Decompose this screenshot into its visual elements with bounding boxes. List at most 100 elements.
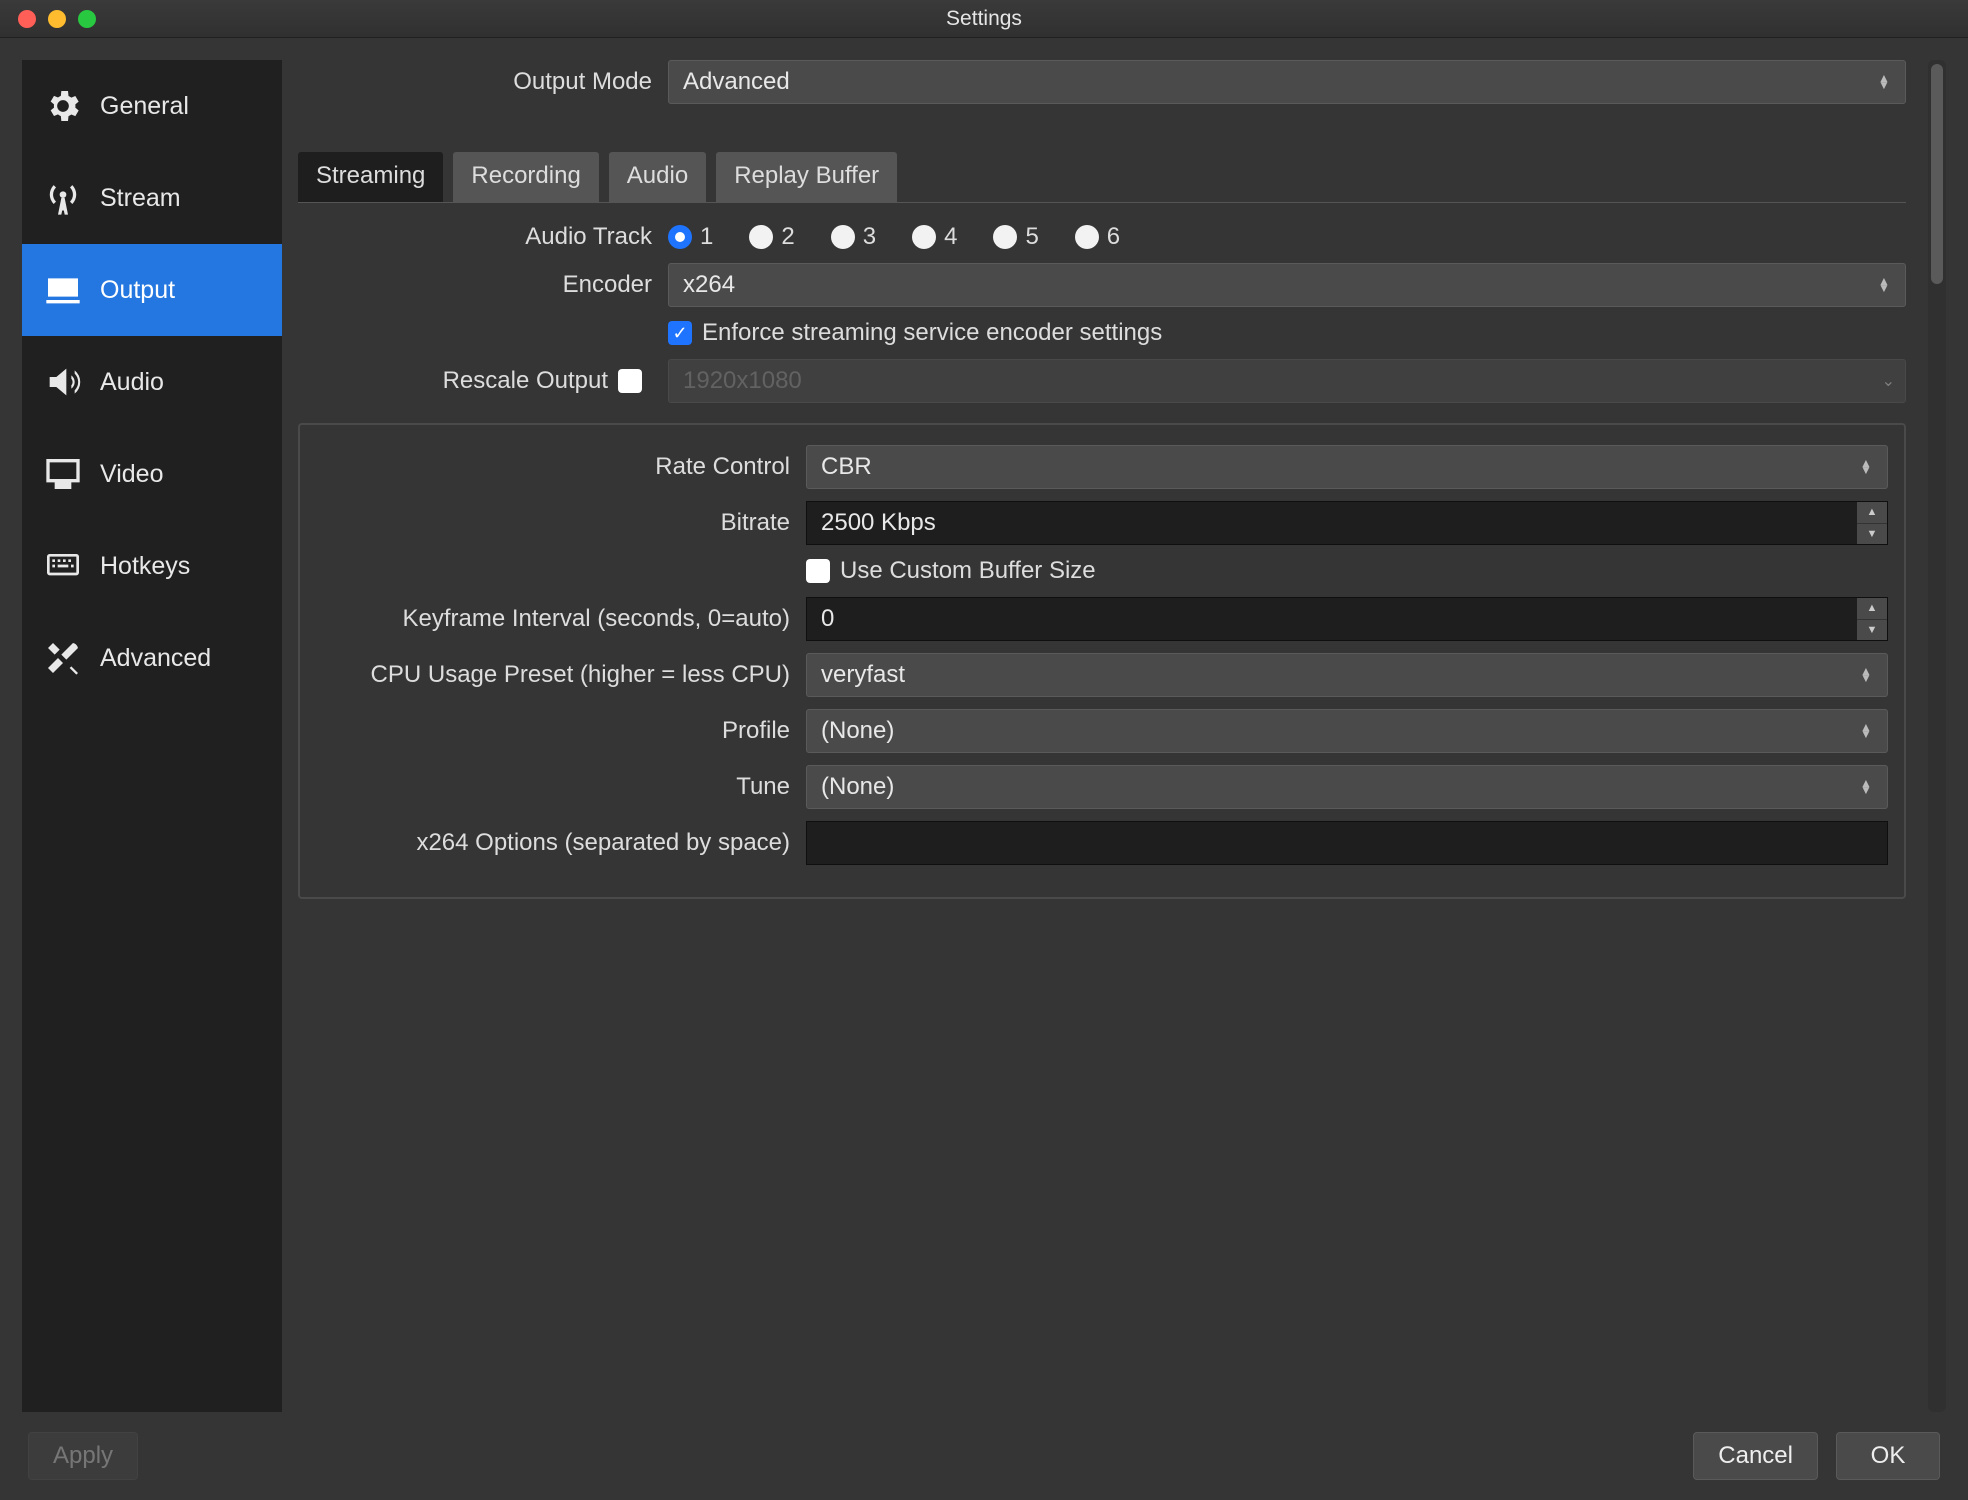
sidebar-item-stream[interactable]: Stream (22, 152, 282, 244)
output-mode-select[interactable]: Advanced ▲▼ (668, 60, 1906, 104)
settings-window: Settings General Stream Output (0, 0, 1968, 1500)
audio-track-radio-4[interactable]: 4 (912, 223, 957, 251)
x264opts-input[interactable] (806, 821, 1888, 865)
titlebar: Settings (0, 0, 1968, 38)
profile-select[interactable]: (None) ▲▼ (806, 709, 1888, 753)
chevron-up-down-icon: ▲▼ (1855, 668, 1877, 682)
output-mode-row: Output Mode Advanced ▲▼ (298, 60, 1906, 104)
apply-button[interactable]: Apply (28, 1432, 138, 1480)
sidebar-item-label: Output (100, 276, 175, 305)
radio-indicator-icon (831, 225, 855, 249)
encoder-select[interactable]: x264 ▲▼ (668, 263, 1906, 307)
tune-select[interactable]: (None) ▲▼ (806, 765, 1888, 809)
sidebar-item-label: Video (100, 460, 164, 489)
sidebar-item-label: General (100, 92, 189, 121)
ok-button[interactable]: OK (1836, 1432, 1940, 1480)
encoder-label: Encoder (298, 271, 668, 299)
keyframe-value: 0 (821, 605, 834, 633)
keyframe-input[interactable]: 0 ▲▼ (806, 597, 1888, 641)
bitrate-row: Bitrate 2500 Kbps ▲▼ (306, 501, 1888, 545)
chevron-up-down-icon: ▲▼ (1873, 278, 1895, 292)
zoom-window-button[interactable] (78, 10, 96, 28)
tab-label: Recording (471, 162, 580, 189)
rescale-value: 1920x1080 (683, 367, 802, 395)
tab-audio[interactable]: Audio (609, 152, 706, 202)
cpu-preset-row: CPU Usage Preset (higher = less CPU) ver… (306, 653, 1888, 697)
tune-label: Tune (306, 773, 806, 801)
button-label: OK (1871, 1442, 1906, 1470)
content-area: Output Mode Advanced ▲▼ Streaming Record… (298, 60, 1906, 1412)
encoder-row: Encoder x264 ▲▼ (298, 263, 1906, 307)
tune-value: (None) (821, 773, 894, 801)
tab-recording[interactable]: Recording (453, 152, 598, 202)
audio-track-row: Audio Track 1 2 3 4 5 6 (298, 223, 1906, 251)
output-icon (40, 267, 86, 313)
tune-row: Tune (None) ▲▼ (306, 765, 1888, 809)
bitrate-value: 2500 Kbps (821, 509, 936, 537)
audio-track-radio-1[interactable]: 1 (668, 223, 713, 251)
tab-label: Audio (627, 162, 688, 189)
footer: Apply Cancel OK (0, 1412, 1968, 1500)
encoder-settings-panel: Rate Control CBR ▲▼ Bitrate 2500 Kbps ▲▼ (298, 423, 1906, 899)
radio-indicator-icon (993, 225, 1017, 249)
speaker-icon (40, 359, 86, 405)
x264opts-row: x264 Options (separated by space) (306, 821, 1888, 865)
enforce-row: ✓ Enforce streaming service encoder sett… (298, 319, 1906, 347)
audio-track-label: Audio Track (298, 223, 668, 251)
sidebar-item-audio[interactable]: Audio (22, 336, 282, 428)
radio-label: 4 (944, 223, 957, 251)
rescale-row: Rescale Output 1920x1080 ⌄ (298, 359, 1906, 403)
sidebar-item-output[interactable]: Output (22, 244, 282, 336)
rate-control-row: Rate Control CBR ▲▼ (306, 445, 1888, 489)
cpu-preset-value: veryfast (821, 661, 905, 689)
radio-label: 2 (781, 223, 794, 251)
scrollbar[interactable] (1928, 60, 1946, 1412)
rescale-select[interactable]: 1920x1080 ⌄ (668, 359, 1906, 403)
output-mode-label: Output Mode (298, 68, 668, 96)
rescale-checkbox[interactable] (618, 369, 642, 393)
rate-control-select[interactable]: CBR ▲▼ (806, 445, 1888, 489)
keyboard-icon (40, 543, 86, 589)
tab-replay-buffer[interactable]: Replay Buffer (716, 152, 897, 202)
gear-icon (40, 83, 86, 129)
radio-label: 6 (1107, 223, 1120, 251)
profile-label: Profile (306, 717, 806, 745)
enforce-checkbox[interactable]: ✓ (668, 321, 692, 345)
custom-buffer-checkbox[interactable] (806, 559, 830, 583)
rate-control-label: Rate Control (306, 453, 806, 481)
chevron-up-down-icon: ▲▼ (1873, 75, 1895, 89)
button-label: Cancel (1718, 1442, 1793, 1470)
sidebar-item-general[interactable]: General (22, 60, 282, 152)
window-title: Settings (0, 7, 1968, 31)
enforce-label: Enforce streaming service encoder settin… (702, 319, 1162, 347)
keyframe-label: Keyframe Interval (seconds, 0=auto) (306, 605, 806, 633)
sidebar-item-video[interactable]: Video (22, 428, 282, 520)
sidebar-item-label: Hotkeys (100, 552, 190, 581)
bitrate-label: Bitrate (306, 509, 806, 537)
bitrate-input[interactable]: 2500 Kbps ▲▼ (806, 501, 1888, 545)
encoder-value: x264 (683, 271, 735, 299)
output-mode-value: Advanced (683, 68, 790, 96)
cpu-preset-select[interactable]: veryfast ▲▼ (806, 653, 1888, 697)
audio-track-radio-3[interactable]: 3 (831, 223, 876, 251)
radio-label: 1 (700, 223, 713, 251)
stepper-arrows-icon[interactable]: ▲▼ (1857, 598, 1887, 640)
audio-track-radio-2[interactable]: 2 (749, 223, 794, 251)
cpu-preset-label: CPU Usage Preset (higher = less CPU) (306, 661, 806, 689)
sidebar-item-advanced[interactable]: Advanced (22, 612, 282, 704)
tab-streaming[interactable]: Streaming (298, 152, 443, 202)
audio-track-radio-5[interactable]: 5 (993, 223, 1038, 251)
stepper-arrows-icon[interactable]: ▲▼ (1857, 502, 1887, 544)
keyframe-row: Keyframe Interval (seconds, 0=auto) 0 ▲▼ (306, 597, 1888, 641)
audio-track-radio-6[interactable]: 6 (1075, 223, 1120, 251)
tab-label: Replay Buffer (734, 162, 879, 189)
minimize-window-button[interactable] (48, 10, 66, 28)
scrollbar-thumb[interactable] (1931, 64, 1943, 284)
close-window-button[interactable] (18, 10, 36, 28)
rate-control-value: CBR (821, 453, 872, 481)
radio-indicator-icon (749, 225, 773, 249)
sidebar: General Stream Output Audio (22, 60, 282, 1412)
cancel-button[interactable]: Cancel (1693, 1432, 1818, 1480)
sidebar-item-hotkeys[interactable]: Hotkeys (22, 520, 282, 612)
window-controls (18, 10, 96, 28)
